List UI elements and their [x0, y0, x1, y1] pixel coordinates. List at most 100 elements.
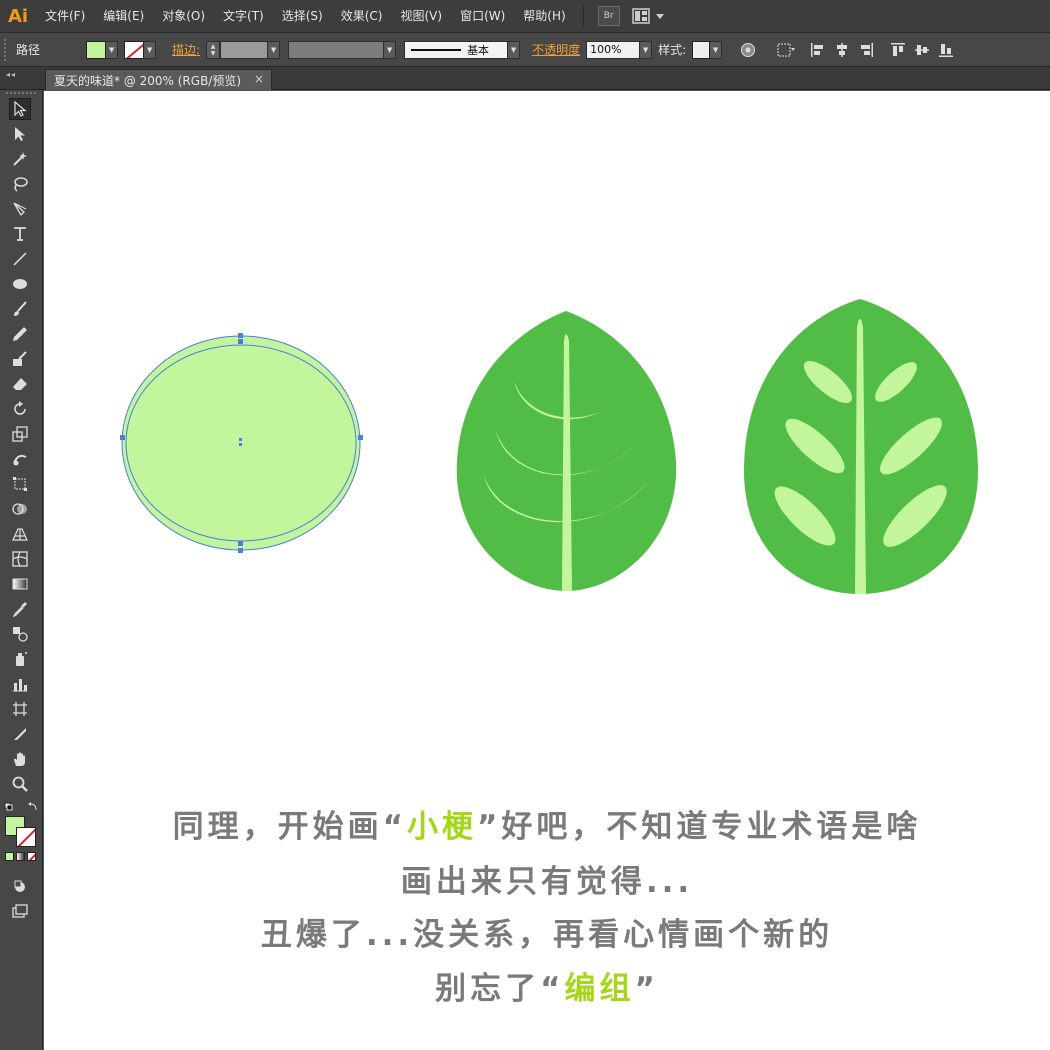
color-mode-icon[interactable]: [5, 852, 14, 861]
stroke-weight-stepper[interactable]: ▲ ▼: [206, 40, 221, 59]
recolor-artwork-button[interactable]: [739, 41, 757, 59]
gradient-tool-icon[interactable]: [9, 573, 31, 595]
panel-grip[interactable]: [4, 38, 10, 61]
caption-line-1: 同理，开始画“小梗”好吧，不知道专业术语是啥: [172, 809, 922, 845]
brush-stroke-preview: [411, 48, 462, 51]
hand-tool-icon[interactable]: [9, 748, 31, 770]
none-mode-icon[interactable]: [27, 852, 36, 861]
warp-tool-icon[interactable]: [9, 448, 31, 470]
align-right-button[interactable]: [857, 41, 875, 59]
menu-edit[interactable]: 编辑(E): [94, 0, 153, 33]
zoom-tool-icon[interactable]: [9, 773, 31, 795]
document-tab-bar: ◂◂ 夏天的味道* @ 200% (RGB/预览) ×: [0, 67, 1050, 90]
menu-help[interactable]: 帮助(H): [514, 0, 574, 33]
menu-type[interactable]: 文字(T): [214, 0, 273, 33]
align-vertical-center-button[interactable]: [913, 41, 931, 59]
drawing-mode-icon[interactable]: [9, 875, 31, 897]
stroke-color-box[interactable]: [16, 827, 36, 847]
profile-dropdown[interactable]: ▼: [384, 40, 397, 59]
mesh-tool-icon[interactable]: [9, 548, 31, 570]
align-right-icon: [861, 42, 874, 57]
artboard-tool-icon[interactable]: [9, 698, 31, 720]
caption-highlight: 小梗: [407, 809, 477, 845]
collapse-panels-button[interactable]: ◂◂: [0, 67, 43, 90]
direct-selection-tool-icon[interactable]: [9, 123, 31, 145]
ellipse-tool-icon[interactable]: [9, 273, 31, 295]
anchor-point-bottom: [238, 541, 243, 546]
align-vertical-center-icon: [915, 44, 930, 55]
tools-panel-grip[interactable]: [6, 92, 36, 96]
menu-object[interactable]: 对象(O): [153, 0, 214, 33]
magic-wand-tool-icon[interactable]: [9, 148, 31, 170]
pencil-tool-icon[interactable]: [9, 323, 31, 345]
opacity-panel-link[interactable]: 不透明度: [532, 41, 580, 58]
line-tool-icon[interactable]: [9, 248, 31, 270]
anchor-point-right: [358, 435, 363, 440]
caption-line-2: 画出来只有觉得...: [400, 864, 694, 900]
stroke-weight-dropdown[interactable]: ▼: [268, 40, 281, 59]
rotate-tool-icon[interactable]: [9, 398, 31, 420]
align-bottom-icon: [939, 43, 954, 57]
align-top-button[interactable]: [889, 41, 907, 59]
graphic-style-dropdown[interactable]: ▼: [710, 40, 723, 59]
menu-window[interactable]: 窗口(W): [451, 0, 514, 33]
blend-tool-icon[interactable]: [9, 623, 31, 645]
perspective-grid-tool-icon[interactable]: [9, 523, 31, 545]
document-tab[interactable]: 夏天的味道* @ 200% (RGB/预览) ×: [45, 69, 272, 90]
anchor-point-top: [238, 333, 243, 338]
type-tool-icon[interactable]: [9, 223, 31, 245]
align-horizontal-center-button[interactable]: [833, 41, 851, 59]
align-left-button[interactable]: [809, 41, 827, 59]
fill-color-swatch[interactable]: [86, 40, 107, 59]
bridge-button[interactable]: Br: [597, 6, 620, 26]
graphic-style-swatch[interactable]: [692, 40, 711, 59]
selection-tool-icon[interactable]: [9, 98, 31, 120]
variable-width-profile[interactable]: [288, 40, 385, 59]
symbol-sprayer-tool-icon[interactable]: [9, 648, 31, 670]
paintbrush-tool-icon[interactable]: [9, 298, 31, 320]
selected-ellipse[interactable]: [120, 333, 363, 553]
align-top-icon: [891, 42, 906, 56]
default-colors-row: [4, 802, 40, 814]
pen-tool-icon[interactable]: [9, 198, 31, 220]
align-left-icon: [811, 42, 824, 57]
shape-builder-tool-icon[interactable]: [9, 498, 31, 520]
eyedropper-tool-icon[interactable]: [9, 598, 31, 620]
app-logo: Ai: [7, 5, 29, 27]
menu-effect[interactable]: 效果(C): [332, 0, 392, 33]
brush-dropdown[interactable]: ▼: [508, 40, 521, 59]
slice-tool-icon[interactable]: [9, 723, 31, 745]
align-bottom-button[interactable]: [937, 41, 955, 59]
fill-dropdown[interactable]: ▼: [106, 40, 119, 59]
center-point: [239, 438, 242, 441]
caption-line-3: 丑爆了...没关系，再看心情画个新的: [260, 917, 834, 953]
arrange-documents-button[interactable]: [631, 8, 664, 24]
scale-tool-icon[interactable]: [9, 423, 31, 445]
style-label: 样式:: [658, 43, 687, 57]
screen-mode-icon[interactable]: [9, 900, 31, 922]
menu-file[interactable]: 文件(F): [36, 0, 94, 33]
align-to-button[interactable]: [777, 41, 796, 59]
brush-definition[interactable]: 基本: [404, 40, 509, 59]
menu-view[interactable]: 视图(V): [391, 0, 451, 33]
column-graph-tool-icon[interactable]: [9, 673, 31, 695]
artwork: [120, 299, 978, 594]
stroke-weight-field[interactable]: [220, 40, 269, 59]
stroke-color-swatch[interactable]: [124, 40, 145, 59]
align-to-selection-icon: [777, 43, 796, 56]
opacity-dropdown[interactable]: ▼: [640, 40, 653, 59]
close-icon[interactable]: ×: [254, 72, 264, 86]
leaf-with-curved-veins[interactable]: [456, 311, 677, 591]
gradient-mode-icon[interactable]: [16, 852, 25, 861]
opacity-field[interactable]: 100%: [586, 40, 641, 59]
free-transform-tool-icon[interactable]: [9, 473, 31, 495]
stroke-panel-link[interactable]: 描边:: [172, 41, 200, 58]
menu-select[interactable]: 选择(S): [273, 0, 332, 33]
lasso-tool-icon[interactable]: [9, 173, 31, 195]
artboard-canvas[interactable]: 同理，开始画“小梗”好吧，不知道专业术语是啥 画出来只有觉得... 丑爆了...…: [44, 91, 1050, 1050]
eraser-tool-icon[interactable]: [9, 373, 31, 395]
stroke-dropdown[interactable]: ▼: [144, 40, 157, 59]
leaf-with-oval-veins[interactable]: [744, 299, 978, 594]
chevron-down-icon: [655, 14, 664, 19]
blob-brush-tool-icon[interactable]: [9, 348, 31, 370]
